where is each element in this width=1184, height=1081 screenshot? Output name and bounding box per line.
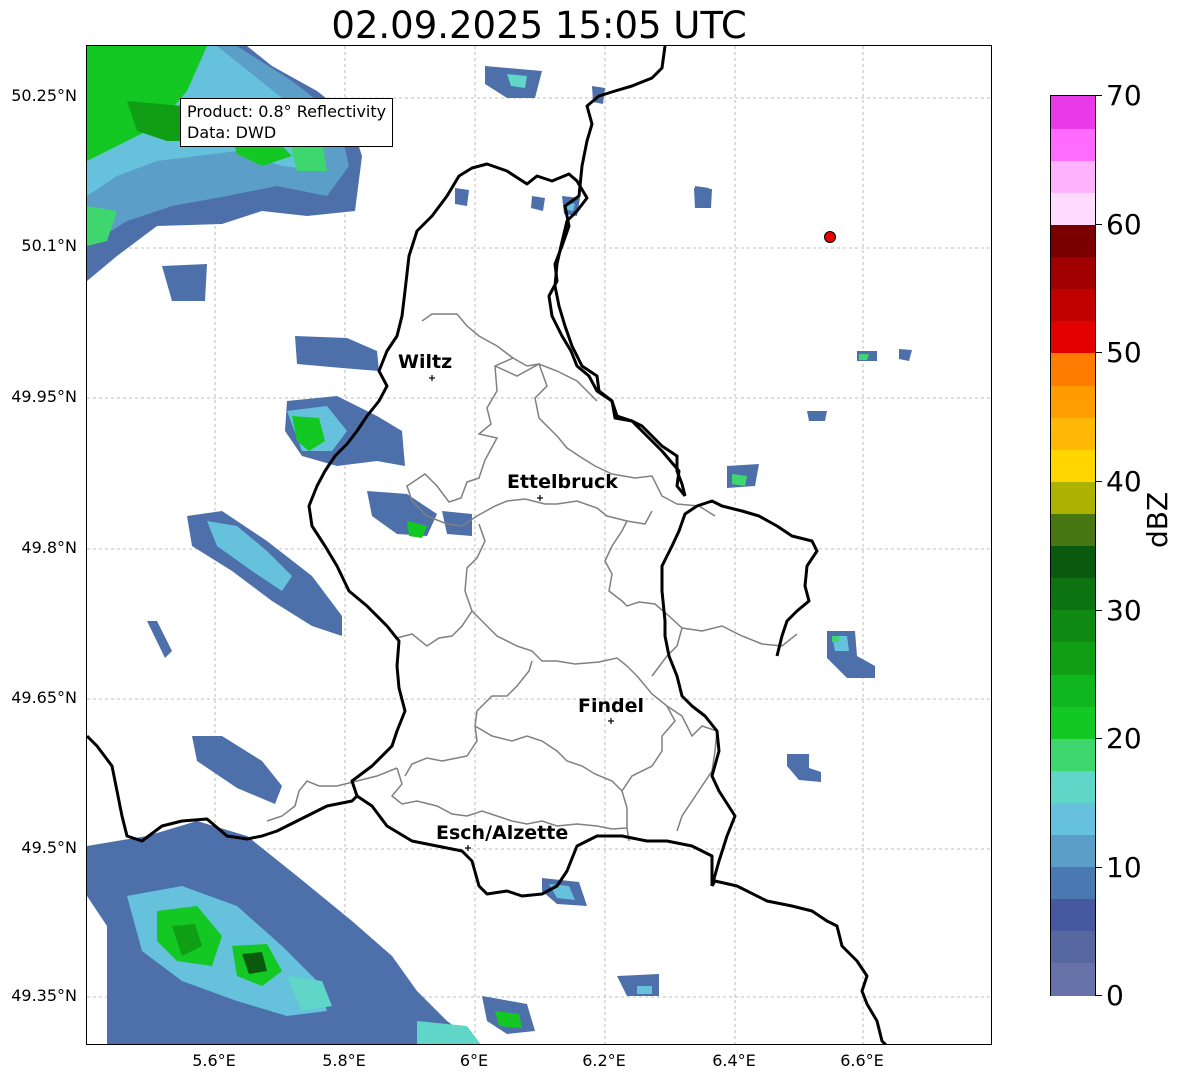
y-tick-label: 49.65°N	[11, 688, 77, 707]
x-tick-label: 6.4°E	[712, 1051, 756, 1070]
colorbar-segment	[1051, 577, 1095, 611]
colorbar-segment	[1051, 256, 1095, 290]
colorbar-segment	[1051, 545, 1095, 579]
echo-cluster-northwest	[87, 46, 362, 301]
colorbar-segment	[1051, 706, 1095, 739]
colorbar-label: 70	[1106, 79, 1142, 112]
colorbar-segment	[1051, 160, 1095, 193]
colorbar-segment	[1051, 417, 1095, 450]
colorbar-segment	[1051, 802, 1095, 836]
product-label: Product: 0.8° Reflectivity	[187, 102, 387, 121]
colorbar-tick	[1096, 352, 1102, 353]
canton-borders	[266, 313, 798, 842]
y-tick-label: 49.95°N	[11, 387, 77, 406]
echo-cluster-southwest	[87, 821, 535, 1044]
colorbar-label: 50	[1106, 336, 1142, 369]
colorbar-unit-label: dBZ	[1141, 491, 1174, 548]
colorbar-segment	[1051, 96, 1095, 129]
colorbar-segment	[1051, 673, 1095, 707]
echo-cluster-east	[542, 186, 912, 996]
colorbar-segment	[1051, 449, 1095, 482]
colorbar-segment	[1051, 128, 1095, 161]
city-wiltz: Wiltz	[398, 351, 452, 381]
radar-site-marker	[824, 231, 836, 243]
colorbar-label: 0	[1106, 979, 1124, 1012]
colorbar-segment	[1051, 866, 1095, 900]
colorbar-segment	[1051, 834, 1095, 868]
colorbar-segment	[1051, 641, 1095, 675]
colorbar-label: 60	[1106, 208, 1142, 241]
city-ettelbruck: Ettelbruck	[507, 471, 618, 501]
city-markers: Wiltz Ettelbruck Findel Esch/Alzette	[398, 351, 644, 851]
city-label-wiltz: Wiltz	[398, 351, 452, 373]
y-tick-label: 49.35°N	[11, 986, 77, 1005]
colorbar-segment	[1051, 288, 1095, 322]
radar-map[interactable]: Wiltz Ettelbruck Findel Esch/Alzette Pro…	[86, 45, 992, 1045]
y-tick-label: 49.5°N	[21, 838, 77, 857]
colorbar-segment	[1051, 962, 1095, 996]
x-tick-label: 5.8°E	[322, 1051, 366, 1070]
colorbar-tick	[1096, 738, 1102, 739]
y-tick-label: 49.8°N	[21, 538, 77, 557]
colorbar-tick	[1096, 95, 1102, 96]
colorbar-segment	[1051, 352, 1095, 386]
colorbar-segment	[1051, 513, 1095, 547]
colorbar-tick	[1096, 481, 1102, 482]
colorbar-tick	[1096, 610, 1102, 611]
y-tick-label: 50.25°N	[11, 86, 77, 105]
colorbar-segment	[1051, 738, 1095, 771]
colorbar-label: 30	[1106, 594, 1142, 627]
colorbar-segment	[1051, 609, 1095, 643]
x-tick-label: 6.2°E	[582, 1051, 626, 1070]
radar-map-canvas: Wiltz Ettelbruck Findel Esch/Alzette	[87, 46, 991, 1044]
colorbar-segment	[1051, 930, 1095, 964]
city-esch-alzette: Esch/Alzette	[436, 822, 568, 851]
city-label-findel: Findel	[578, 695, 644, 717]
product-info-box: Product: 0.8° Reflectivity Data: DWD	[180, 98, 394, 147]
colorbar-label: 20	[1106, 722, 1142, 755]
colorbar-segment	[1051, 224, 1095, 258]
colorbar-segment	[1051, 320, 1095, 354]
colorbar-label: 40	[1106, 465, 1142, 498]
city-label-ettelbruck: Ettelbruck	[507, 471, 618, 493]
echo-band-west	[147, 511, 342, 804]
x-tick-label: 6.6°E	[840, 1051, 884, 1070]
colorbar	[1050, 95, 1096, 996]
map-title: 02.09.2025 15:05 UTC	[331, 4, 747, 47]
colorbar-segment	[1051, 384, 1095, 418]
x-tick-label: 6°E	[459, 1051, 489, 1070]
colorbar-label: 10	[1106, 851, 1142, 884]
colorbar-segment	[1051, 192, 1095, 226]
city-label-esch-alzette: Esch/Alzette	[436, 822, 568, 844]
colorbar-tick	[1096, 995, 1102, 996]
x-tick-label: 5.6°E	[192, 1051, 236, 1070]
data-source-label: Data: DWD	[187, 123, 277, 142]
colorbar-segment	[1051, 481, 1095, 514]
colorbar-tick	[1096, 867, 1102, 868]
colorbar-tick	[1096, 224, 1102, 225]
reflectivity-echoes	[87, 46, 912, 1044]
colorbar-segment	[1051, 770, 1095, 803]
y-tick-label: 50.1°N	[21, 236, 77, 255]
colorbar-segment	[1051, 898, 1095, 932]
city-findel: Findel	[578, 695, 644, 724]
